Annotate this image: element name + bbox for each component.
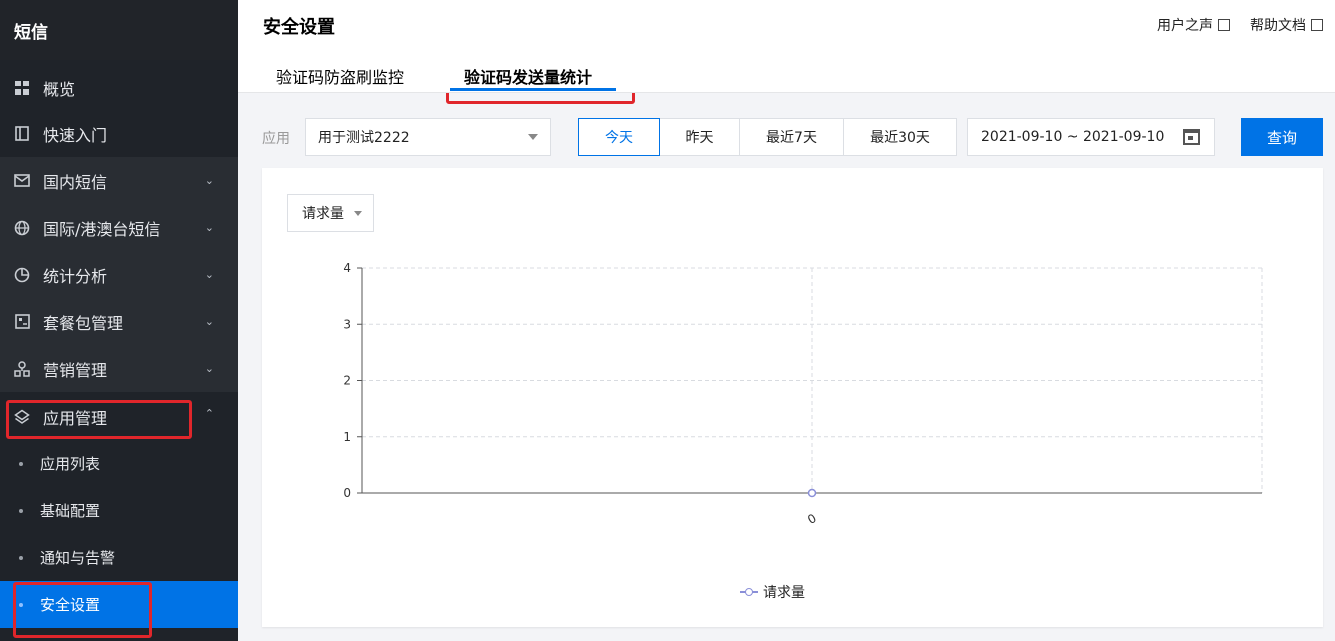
line-chart: 0 1 2 3 4 0 [343,261,1263,527]
data-point [807,488,817,498]
y-tick-label: 3 [343,317,351,331]
y-tick-label: 4 [343,261,351,275]
legend-label: 请求量 [763,585,805,601]
range-today-button[interactable]: 今天 [578,118,660,156]
y-tick-label: 0 [343,486,351,500]
x-tick-label: 0 [805,511,819,527]
chart-legend[interactable]: 请求量 [740,582,805,602]
y-tick-label: 2 [343,374,351,388]
y-tick-label: 1 [343,430,351,444]
legend-line-marker-icon [740,587,758,597]
